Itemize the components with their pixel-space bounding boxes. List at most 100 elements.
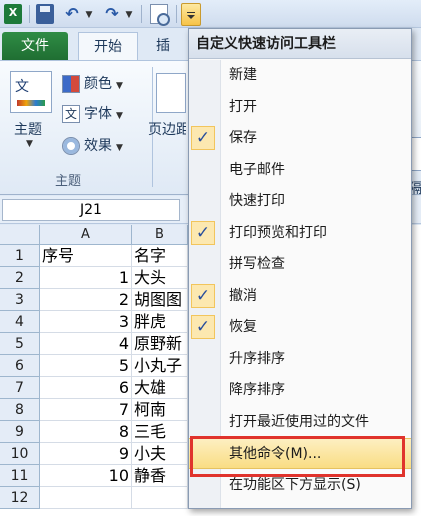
margins-icon[interactable] — [156, 73, 186, 113]
checkmark-icon: ✓ — [191, 315, 215, 339]
toolbar-separator — [141, 5, 142, 23]
toolbar-separator — [29, 5, 30, 23]
menu-item[interactable]: 升序排序 — [189, 344, 411, 375]
menu-item-label: 快速打印 — [229, 193, 285, 209]
cell-a[interactable]: 7 — [40, 399, 132, 421]
save-icon[interactable] — [36, 4, 54, 24]
colors-label: 颜色 — [84, 76, 112, 92]
cell-b[interactable]: 三毛 — [132, 421, 188, 443]
fonts-label: 字体 — [84, 106, 112, 122]
tab-insert[interactable]: 插入 — [146, 32, 186, 60]
row-header[interactable]: 3 — [0, 289, 40, 311]
row-header[interactable]: 5 — [0, 333, 40, 355]
row-header[interactable]: 8 — [0, 399, 40, 421]
menu-item-label: 打开 — [229, 98, 257, 115]
cell-b[interactable]: 胖虎 — [132, 311, 188, 333]
quick-access-toolbar: X ↶ ▼ ↷ ▼ — [0, 0, 421, 28]
tab-file[interactable]: 文件 — [2, 32, 68, 60]
column-header-a[interactable]: A — [40, 225, 132, 245]
menu-item[interactable]: ✓ 打印预览和打印 — [189, 218, 411, 249]
cell-b[interactable]: 静香 — [132, 465, 188, 487]
palette-icon — [62, 75, 80, 93]
menu-item[interactable]: 拼写检查 — [189, 249, 411, 280]
menu-item-label: 新建 — [229, 67, 257, 83]
cell-b[interactable]: 原野新 — [132, 333, 188, 355]
row-header[interactable]: 7 — [0, 377, 40, 399]
excel-icon[interactable]: X — [4, 4, 22, 24]
row-header[interactable]: 4 — [0, 311, 40, 333]
theme-icon[interactable] — [10, 71, 52, 113]
cell-a[interactable]: 8 — [40, 421, 132, 443]
cell-b[interactable]: 胡图图 — [132, 289, 188, 311]
margins-button-label[interactable]: 页边距 — [148, 119, 186, 139]
menu-item[interactable]: 打开最近使用过的文件 — [189, 407, 411, 438]
print-preview-icon[interactable] — [150, 4, 170, 26]
menu-item-label: 恢复 — [229, 319, 257, 335]
menu-item-label: 降序排序 — [229, 382, 285, 398]
column-header-b[interactable]: B — [132, 225, 188, 245]
cell-a[interactable]: 9 — [40, 443, 132, 465]
menu-item[interactable]: 降序排序 — [189, 375, 411, 406]
menu-item[interactable]: ✓ 撤消 — [189, 281, 411, 312]
name-box[interactable]: J21 — [2, 199, 180, 221]
effects-icon — [62, 137, 80, 155]
row-header[interactable]: 12 — [0, 487, 40, 509]
menu-item-label: 撤消 — [229, 287, 257, 304]
cell-b[interactable]: 小丸子 — [132, 355, 188, 377]
cell-a[interactable] — [40, 487, 132, 509]
cell-a[interactable]: 4 — [40, 333, 132, 355]
row-header[interactable]: 9 — [0, 421, 40, 443]
select-all-corner[interactable] — [0, 225, 40, 245]
effects-label: 效果 — [84, 138, 112, 154]
cell-b[interactable]: 大头 — [132, 267, 188, 289]
group-label-themes: 主题 — [55, 174, 82, 189]
checkmark-icon: ✓ — [191, 126, 215, 150]
cell-a[interactable]: 序号 — [40, 245, 132, 267]
menu-item-label: 保存 — [229, 130, 257, 146]
row-header[interactable]: 11 — [0, 465, 40, 487]
cell-a[interactable]: 10 — [40, 465, 132, 487]
menu-item-label: 升序排序 — [229, 350, 285, 367]
menu-title: 自定义快速访问工具栏 — [189, 29, 411, 59]
cell-a[interactable]: 1 — [40, 267, 132, 289]
colors-button[interactable]: 颜色 ▼ — [62, 73, 123, 95]
undo-dropdown-icon[interactable]: ▼ — [84, 4, 94, 24]
menu-item[interactable]: 快速打印 — [189, 186, 411, 217]
menu-item[interactable]: 新建 — [189, 60, 411, 91]
menu-item[interactable]: 打开 — [189, 92, 411, 123]
tab-home[interactable]: 开始 — [78, 32, 138, 60]
cell-b[interactable]: 名字 — [132, 245, 188, 267]
cell-a[interactable]: 2 — [40, 289, 132, 311]
menu-item[interactable]: 电子邮件 — [189, 155, 411, 186]
cell-a[interactable]: 6 — [40, 377, 132, 399]
chevron-down-icon: ▼ — [116, 111, 123, 121]
customize-dropdown-icon[interactable] — [181, 3, 201, 26]
row-header[interactable]: 1 — [0, 245, 40, 267]
chevron-down-icon: ▼ — [116, 143, 123, 153]
theme-button-label[interactable]: 主题 — [14, 119, 42, 139]
menu-item[interactable]: ✓ 保存 — [189, 123, 411, 154]
redo-dropdown-icon[interactable]: ▼ — [124, 4, 134, 24]
row-header[interactable]: 10 — [0, 443, 40, 465]
checkmark-icon: ✓ — [191, 283, 215, 308]
effects-button[interactable]: 效果 ▼ — [62, 135, 123, 157]
checkmark-icon: ✓ — [191, 220, 215, 245]
cell-a[interactable]: 5 — [40, 355, 132, 377]
row-header[interactable]: 2 — [0, 267, 40, 289]
undo-icon[interactable]: ↶ — [62, 4, 82, 24]
row-header[interactable]: 6 — [0, 355, 40, 377]
menu-item-label: 拼写检查 — [229, 256, 285, 272]
chevron-down-icon[interactable]: ▼ — [26, 139, 33, 149]
cell-b[interactable]: 柯南 — [132, 399, 188, 421]
fonts-button[interactable]: 文字体 ▼ — [62, 103, 123, 125]
font-icon: 文 — [62, 105, 80, 123]
cell-a[interactable]: 3 — [40, 311, 132, 333]
menu-item-label: 打开最近使用过的文件 — [229, 413, 369, 430]
chevron-down-icon: ▼ — [116, 81, 123, 91]
menu-item[interactable]: ✓ 恢复 — [189, 312, 411, 343]
cell-b[interactable] — [132, 487, 188, 509]
cell-b[interactable]: 小夫 — [132, 443, 188, 465]
menu-item-label: 打印预览和打印 — [229, 224, 327, 241]
cell-b[interactable]: 大雄 — [132, 377, 188, 399]
redo-icon[interactable]: ↷ — [102, 4, 122, 24]
